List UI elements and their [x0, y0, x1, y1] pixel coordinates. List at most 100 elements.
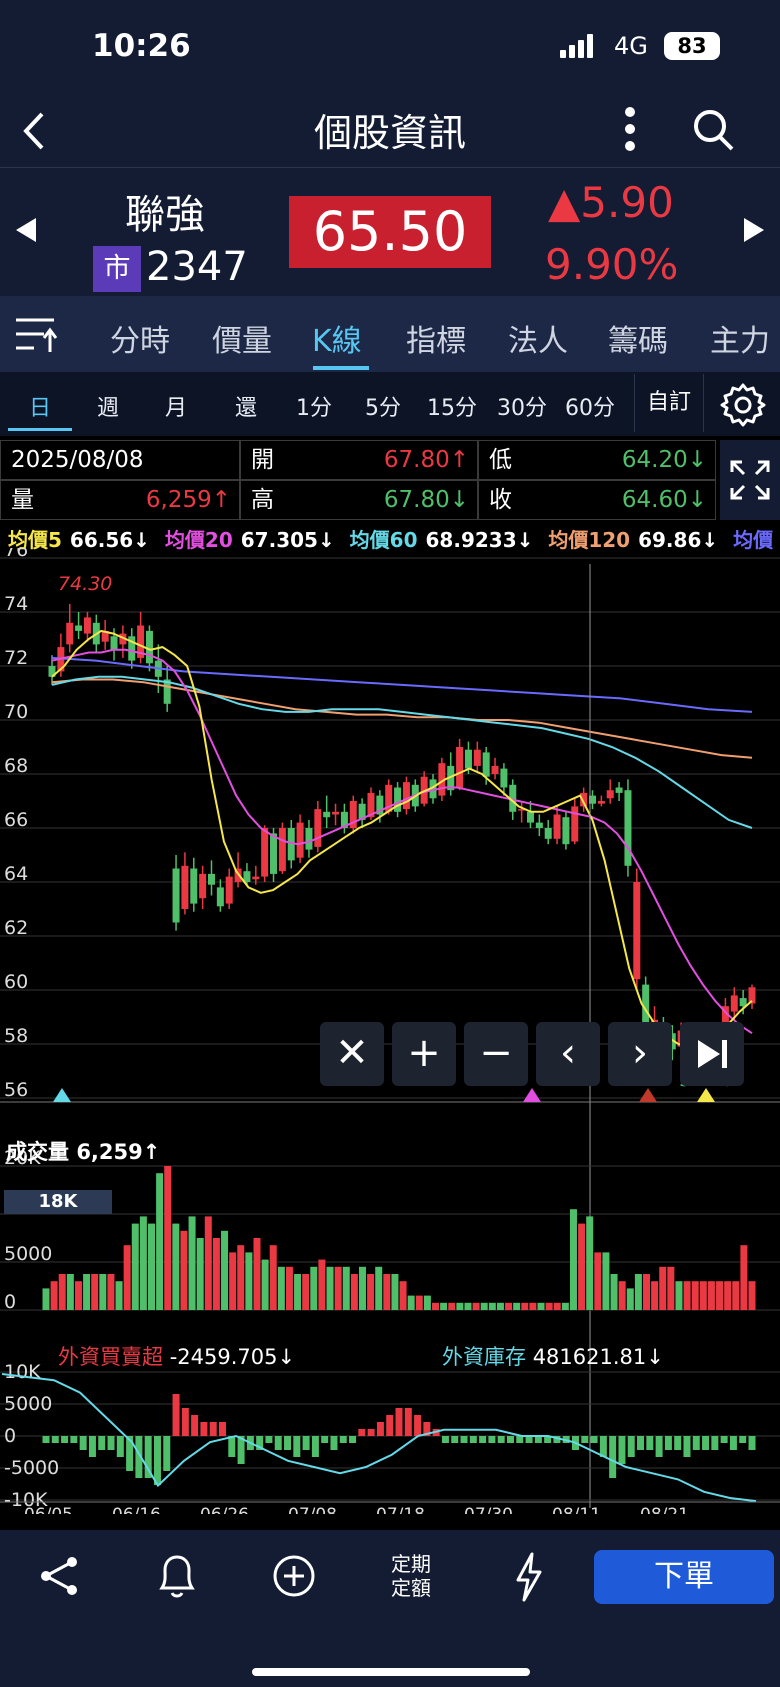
volume-bar — [602, 1252, 610, 1310]
sort-menu-icon[interactable] — [14, 314, 60, 360]
tab-institutional[interactable]: 法人 — [508, 316, 568, 360]
foreign-tick-label: 5000 — [4, 1393, 52, 1415]
tab-indicators[interactable]: 指標 — [406, 316, 466, 360]
foreign-bar — [460, 1436, 468, 1443]
foreign-bar — [729, 1436, 737, 1450]
ma20-line — [51, 648, 753, 1035]
tab-price-volume[interactable]: 價量 — [212, 316, 272, 360]
period-1min[interactable]: 1分 — [290, 390, 338, 422]
order-button[interactable]: 下單 — [594, 1550, 774, 1604]
zoom-out-icon[interactable]: − — [464, 1022, 528, 1086]
volume-tick-label: 5000 — [4, 1243, 52, 1265]
volume-bar — [488, 1302, 496, 1310]
candle-body — [491, 765, 499, 774]
ohlc-info-grid: 2025/08/08 開 67.80↑ 低 64.20↓ 量 6,259↑ 高 … — [0, 440, 716, 520]
period-day[interactable]: 日 — [16, 390, 64, 422]
next-stock-icon[interactable] — [740, 214, 768, 250]
share-icon[interactable] — [38, 1554, 82, 1602]
volume-bar — [618, 1281, 626, 1310]
fixed-investment-button[interactable]: 定期 定額 — [386, 1552, 436, 1600]
prev-stock-icon[interactable] — [12, 214, 40, 250]
tab-active-indicator — [313, 366, 369, 370]
volume-bar — [496, 1302, 504, 1310]
volume-bar — [399, 1281, 407, 1310]
period-60min[interactable]: 60分 — [562, 390, 618, 422]
foreign-bar — [674, 1436, 682, 1450]
volume-bar — [740, 1245, 748, 1310]
foreign-bar — [599, 1436, 607, 1457]
volume-bar — [578, 1223, 586, 1310]
fullscreen-icon[interactable] — [720, 440, 780, 520]
chevron-left-icon[interactable]: ‹ — [536, 1022, 600, 1086]
foreign-bar — [163, 1436, 171, 1471]
price-tick-label: 74 — [4, 593, 28, 615]
volume-bar — [586, 1216, 594, 1310]
battery-icon: 83 — [664, 32, 720, 60]
tab-kline[interactable]: K線 — [312, 316, 362, 360]
foreign-bar — [293, 1436, 301, 1457]
close-icon[interactable]: ✕ — [320, 1022, 384, 1086]
volume-bar — [407, 1295, 415, 1310]
volume-bar — [724, 1281, 732, 1310]
foreign-bar — [386, 1415, 394, 1436]
bell-icon[interactable] — [154, 1552, 200, 1604]
volume-bar — [375, 1266, 383, 1310]
volume-bar — [383, 1274, 391, 1310]
add-icon[interactable] — [272, 1554, 316, 1602]
period-adjusted[interactable]: 還 — [222, 390, 270, 422]
foreign-bar — [274, 1436, 282, 1450]
foreign-bar — [469, 1436, 477, 1443]
candle-body — [252, 876, 260, 880]
foreign-bar — [609, 1436, 617, 1478]
close-label: 收 — [489, 487, 512, 513]
period-15min[interactable]: 15分 — [424, 390, 480, 422]
volume-bar — [569, 1209, 577, 1310]
volume-bar — [367, 1274, 375, 1310]
tab-time[interactable]: 分時 — [110, 316, 170, 360]
period-week[interactable]: 週 — [84, 390, 132, 422]
volume-current: 6,259↑ — [76, 1140, 161, 1164]
foreign-bar — [581, 1436, 589, 1443]
tab-chips[interactable]: 籌碼 — [608, 316, 668, 360]
volume-bar — [699, 1281, 707, 1310]
volume-bar — [561, 1302, 569, 1310]
candle-body — [624, 790, 632, 866]
more-icon[interactable] — [620, 104, 640, 158]
candle-body — [535, 822, 543, 828]
foreign-bar — [534, 1436, 542, 1443]
volume-bar — [164, 1166, 172, 1310]
foreign-bar — [219, 1422, 226, 1436]
volume-bar — [358, 1266, 366, 1310]
foreign-bar — [655, 1436, 663, 1457]
custom-period-button[interactable]: 自訂 — [634, 374, 704, 432]
foreign-bar — [107, 1436, 115, 1450]
volume-bar — [683, 1281, 691, 1310]
candle-body — [181, 865, 189, 909]
chevron-right-icon[interactable]: › — [608, 1022, 672, 1086]
volume-bar — [83, 1274, 91, 1310]
gear-icon[interactable] — [720, 382, 766, 432]
foreign-inv-value: 481621.81↓ — [532, 1345, 664, 1369]
candle-body — [83, 617, 91, 634]
volume-bar — [294, 1274, 302, 1310]
skip-end-icon[interactable] — [680, 1022, 744, 1086]
ma-cross-marker — [53, 1088, 71, 1102]
period-month[interactable]: 月 — [152, 390, 200, 422]
lightning-icon[interactable] — [512, 1552, 546, 1606]
volume-bar — [667, 1266, 675, 1310]
candle-body — [571, 806, 579, 842]
foreign-bar — [116, 1436, 124, 1457]
volume-bar — [269, 1245, 277, 1310]
search-icon[interactable] — [690, 104, 736, 158]
foreign-bar — [79, 1436, 87, 1450]
price-tick-label: 62 — [4, 917, 28, 939]
page-title: 個股資訊 — [313, 111, 466, 155]
volume-bar — [634, 1274, 642, 1310]
tab-main-force[interactable]: 主力 — [710, 316, 770, 360]
date-tick-label: 06/26 — [200, 1505, 249, 1514]
candle-body — [394, 787, 402, 812]
zoom-in-icon[interactable]: + — [392, 1022, 456, 1086]
period-30min[interactable]: 30分 — [494, 390, 550, 422]
period-5min[interactable]: 5分 — [358, 390, 408, 422]
candle-body — [75, 625, 83, 631]
